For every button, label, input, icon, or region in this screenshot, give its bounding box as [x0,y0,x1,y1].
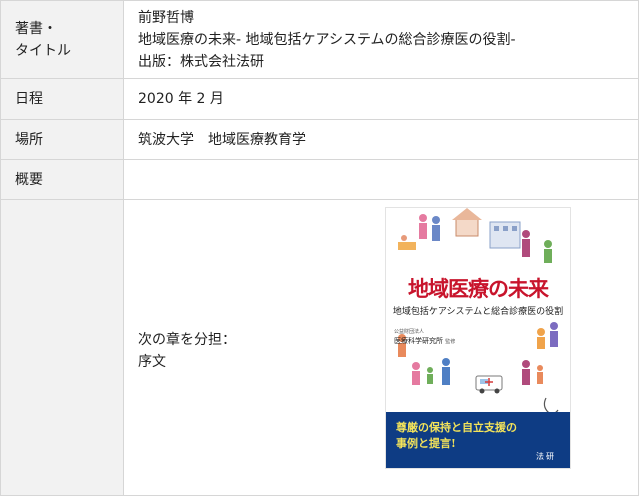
chapter-text: 次の章を分担： 序文 [138,331,236,370]
info-table: 著書・ タイトル 前野哲博 地域医療の未来- 地域包括ケアシステムの総合診療医の… [0,0,639,496]
row-value-overview [123,159,639,200]
overview-content: 次の章を分担： 序文 地域医療の未来 地域包括ケアシステムと総合診療医の役割 公… [138,201,624,495]
book-cover-image: 地域医療の未来 地域包括ケアシステムと総合診療医の役割 公益財団法人 医療科学研… [385,206,571,469]
cover-publisher-note: 監修 [445,338,456,345]
row-label-place: 場所 [0,119,124,160]
row-label-date: 日程 [0,78,124,120]
cover-slogan: 尊厳の保持と自立支援の 事例と提言! [396,420,517,450]
cover-bottom-band: 尊厳の保持と自立支援の 事例と提言! 法研 [386,411,570,468]
table-row: 著書・ タイトル 前野哲博 地域医療の未来- 地域包括ケアシステムの総合診療医の… [0,0,639,79]
cover-title: 地域医療の未来 [408,276,549,301]
table-row: 次の章を分担： 序文 地域医療の未来 地域包括ケアシステムと総合診療医の役割 公… [0,199,639,496]
row-label-empty [0,199,124,496]
row-value-title: 前野哲博 地域医療の未来- 地域包括ケアシステムの総合診療医の役割- 出版：株式… [123,0,639,79]
cover-subtitle: 地域包括ケアシステムと総合診療医の役割 [392,306,564,317]
row-value-detail: 次の章を分担： 序文 地域医療の未来 地域包括ケアシステムと総合診療医の役割 公… [123,199,639,496]
table-row: 場所 筑波大学 地域医療教育学 [0,119,639,160]
table-row: 概要 [0,159,639,200]
cover-publisher-small: 公益財団法人 [394,328,425,335]
row-label-overview: 概要 [0,159,124,200]
table-row: 日程 2020 年 2 月 [0,78,639,120]
row-value-date: 2020 年 2 月 [123,78,639,120]
row-label-title: 著書・ タイトル [0,0,124,79]
cover-publisher-name: 医療科学研究所 [394,336,443,345]
cover-brand: 法研 [536,451,556,461]
cover-publisher: 医療科学研究所 監修 [394,337,455,347]
row-value-place: 筑波大学 地域医療教育学 [123,119,639,160]
